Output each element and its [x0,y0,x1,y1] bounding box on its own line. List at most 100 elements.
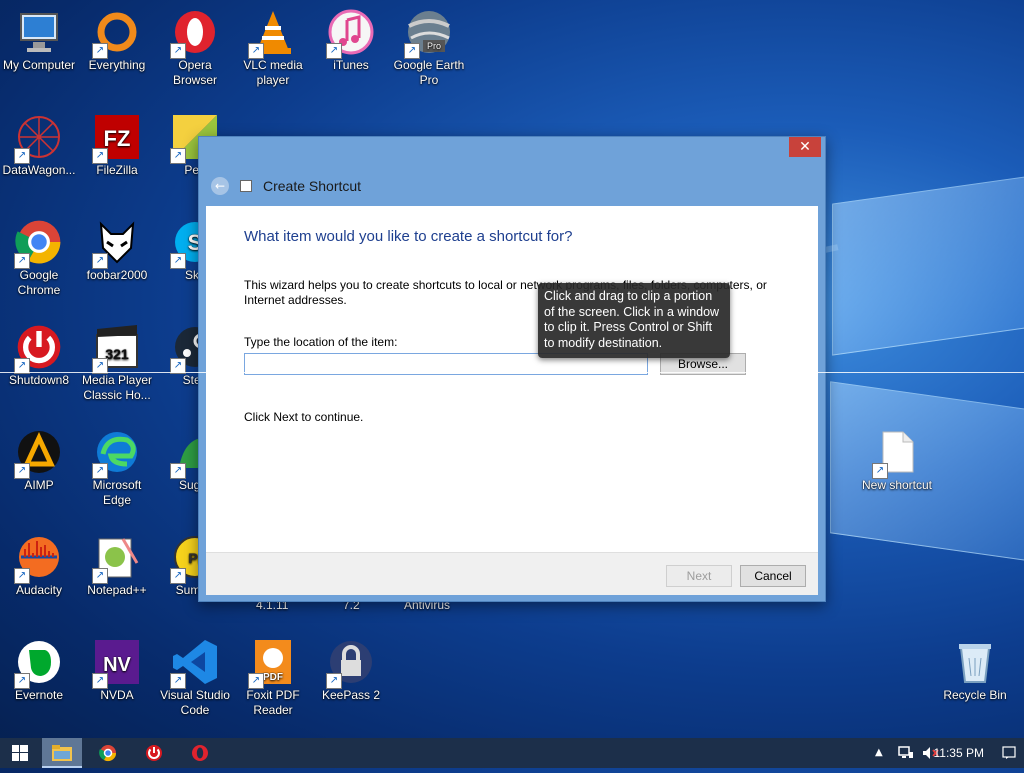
desktop-icon[interactable]: 321 ↗ Media Player Classic Ho... [78,323,156,403]
desktop-icon[interactable]: ↗ AIMP [0,428,78,493]
dialog-footer: Next Cancel [206,552,818,595]
file-explorer-icon[interactable] [42,738,82,768]
taskbar-clock[interactable]: 11:35 PM [934,738,984,768]
cancel-button[interactable]: Cancel [740,565,806,587]
desktop-icon[interactable]: My Computer [0,8,78,73]
desktop-icon[interactable]: ↗ KeePass 2 [312,638,390,703]
close-button[interactable]: ✕ [789,137,821,157]
desktop-icon-label: Opera Browser [172,58,217,87]
desktop-icon-label: iTunes [333,58,369,72]
dialog-body: What item would you like to create a sho… [206,206,818,552]
shutdown-icon: ↗ [14,323,63,374]
desktop-icon[interactable]: ↗ VLC media player [234,8,312,88]
desktop-icon[interactable]: NV ↗ NVDA [78,638,156,703]
desktop-icon[interactable]: PDF ↗ Foxit PDF Reader [234,638,312,718]
shortcut-arrow-icon: ↗ [92,148,108,164]
vlc-icon: ↗ [248,8,297,59]
dialog-title: Create Shortcut [263,178,362,194]
notification-icon[interactable] [1002,746,1016,763]
desktop-icon-label: Shutdown8 [8,373,70,387]
desktop-icon-label: Evernote [14,688,64,702]
desktop-icon[interactable]: ↗ foobar2000 [78,218,156,283]
desktop-icon-label: VLC media player [243,58,303,87]
vscode-icon: ↗ [170,638,219,689]
notepadpp-icon: ↗ [92,533,141,584]
back-arrow-icon[interactable]: ← [211,177,229,195]
desktop-icon-label: Google Earth Pro [393,58,465,87]
desktop-icon[interactable]: Pro ↗ Google Earth Pro [390,8,468,88]
svg-text:PDF: PDF [263,672,283,683]
desktop-icon-label: KeePass 2 [321,688,381,702]
desktop-icon[interactable]: ↗ Everything [78,8,156,73]
desktop-icon-label: Microsoft Edge [92,478,142,507]
shortcut-arrow-icon: ↗ [404,43,420,59]
desktop-icon[interactable]: ↗ New shortcut [858,428,936,493]
filezilla-icon: FZ ↗ [92,113,141,164]
shortcut-arrow-icon: ↗ [14,148,30,164]
create-shortcut-dialog: ✕ ← Create Shortcut What item would you … [198,136,826,602]
desktop-icon-label: Recycle Bin [943,688,1007,702]
aimp-icon: ↗ [14,428,63,479]
desktop-icon[interactable]: ↗ Opera Browser [156,8,234,88]
shortcut-arrow-icon: ↗ [170,673,186,689]
desktop-icon[interactable]: ↗ DataWagon... [0,113,78,178]
dialog-heading: What item would you like to create a sho… [244,228,573,245]
svg-text:Pro: Pro [427,41,441,51]
desktop-icon-label: AIMP [24,478,54,492]
chrome-icon[interactable] [88,738,128,768]
shortcut-arrow-icon: ↗ [92,43,108,59]
chevron-up-icon[interactable]: ▲ [875,747,883,758]
shutdown-icon[interactable] [134,738,174,768]
shortcut-arrow-icon: ↗ [92,253,108,269]
desktop-icon[interactable]: ↗ Notepad++ [78,533,156,598]
desktop-icon-label: Audacity [15,583,63,597]
keepass-icon: ↗ [326,638,375,689]
continue-text: Click Next to continue. [244,410,364,424]
shortcut-arrow-icon: ↗ [92,463,108,479]
desktop-icon-label: Google Chrome [17,268,61,297]
itunes-icon: ↗ [326,8,375,59]
next-button[interactable]: Next [666,565,732,587]
audacity-icon: ↗ [14,533,63,584]
desktop-icon-label: New shortcut [861,478,933,492]
desktop-icon-label: Everything [88,58,146,72]
snip-crosshair-line [0,372,1024,373]
foxit-icon: PDF ↗ [248,638,297,689]
desktop-icon[interactable]: ↗ Microsoft Edge [78,428,156,508]
snipping-tooltip: Click and drag to clip a portion of the … [538,283,730,358]
desktop-icon-label: Foxit PDF Reader [246,688,300,717]
wallpaper-pane [832,176,1024,356]
desktop-icon[interactable]: ↗ Visual Studio Code [156,638,234,718]
shortcut-arrow-icon: ↗ [872,463,888,479]
computer-icon [15,8,63,56]
shortcut-arrow-icon: ↗ [170,253,186,269]
opera-icon: ↗ [170,8,219,59]
desktop-icon-label: My Computer [2,58,76,72]
opera-icon[interactable] [180,738,220,768]
desktop-icon[interactable]: ↗ Audacity [0,533,78,598]
svg-text:321: 321 [105,346,129,362]
desktop-icon-label: DataWagon... [2,163,76,177]
mpc-icon: 321 ↗ [92,323,141,374]
foobar-icon: ↗ [92,218,141,269]
desktop-icon[interactable]: ↗ iTunes [312,8,390,73]
shortcut-arrow-icon: ↗ [170,148,186,164]
everything-icon: ↗ [92,8,141,59]
shortcut-arrow-icon: ↗ [248,43,264,59]
desktop-icon[interactable]: ↗ Google Chrome [0,218,78,298]
desktop-icon[interactable]: ↗ Evernote [0,638,78,703]
shortcut-arrow-icon: ↗ [92,568,108,584]
network-icon[interactable] [898,746,914,763]
shortcut-icon [240,180,252,192]
shortcut-arrow-icon: ↗ [14,673,30,689]
shortcut-arrow-icon: ↗ [326,43,342,59]
desktop-icon-label: FileZilla [96,163,138,177]
shortcut-arrow-icon: ↗ [326,673,342,689]
start-icon[interactable] [0,738,40,768]
shortcut-arrow-icon: ↗ [14,463,30,479]
desktop-icon[interactable]: Recycle Bin [936,638,1014,703]
desktop-icon[interactable]: ↗ Shutdown8 [0,323,78,388]
shortcut-arrow-icon: ↗ [248,673,264,689]
desktop-icon-label: Notepad++ [87,583,147,597]
desktop-icon[interactable]: FZ ↗ FileZilla [78,113,156,178]
